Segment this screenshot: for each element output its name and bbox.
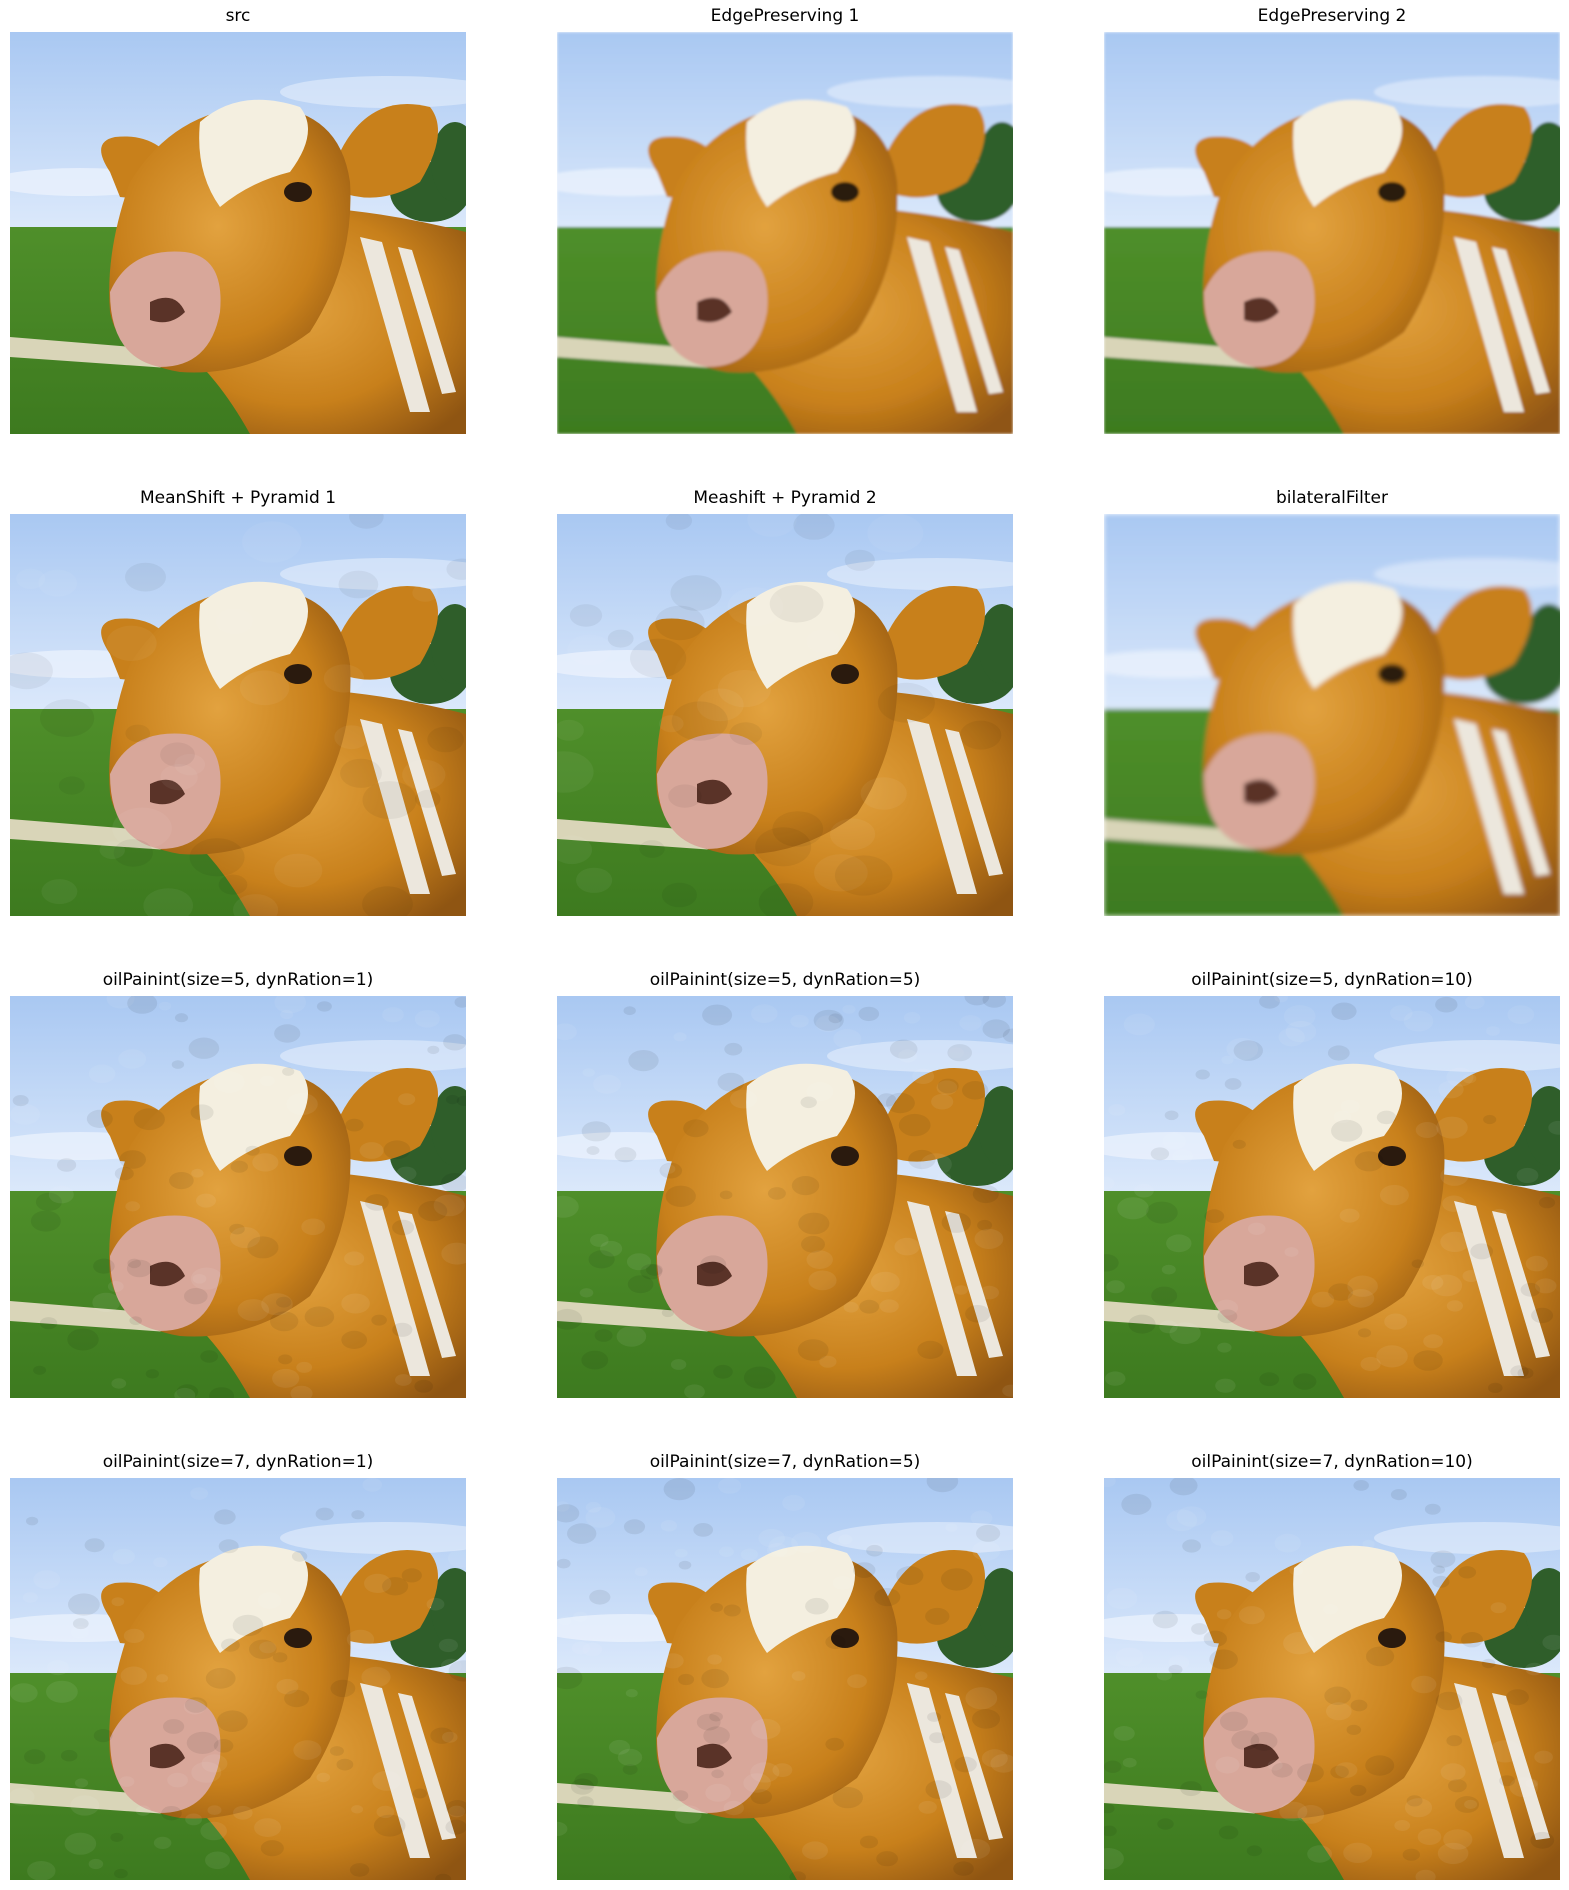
- panel-title: EdgePreserving 1: [710, 6, 860, 26]
- figure-grid: src EdgePreserving 1 EdgePreserving 2 Me…: [0, 0, 1569, 1890]
- cow-image: [557, 514, 1013, 916]
- panel-title: oilPainint(size=5, dynRation=5): [649, 970, 921, 990]
- panel-image: [10, 996, 466, 1398]
- cow-image: [557, 1478, 1013, 1880]
- panel-title: Meashift + Pyramid 2: [693, 488, 877, 508]
- panel-image: [557, 1478, 1013, 1880]
- cow-image: [10, 32, 466, 434]
- panel-image: [10, 514, 466, 916]
- panel-title: EdgePreserving 2: [1257, 6, 1407, 26]
- panel-title: oilPainint(size=7, dynRation=1): [102, 1452, 374, 1472]
- cow-image: [557, 996, 1013, 1398]
- panel-image: [557, 32, 1013, 434]
- cow-image: [1104, 514, 1560, 916]
- panel-title: oilPainint(size=7, dynRation=10): [1191, 1452, 1473, 1472]
- panel-image: [1104, 514, 1560, 916]
- panel-image: [557, 514, 1013, 916]
- panel-title: oilPainint(size=7, dynRation=5): [649, 1452, 921, 1472]
- panel-title: src: [225, 6, 251, 26]
- cow-image: [557, 32, 1013, 434]
- panel-title: oilPainint(size=5, dynRation=10): [1191, 970, 1473, 990]
- cow-image: [10, 514, 466, 916]
- panel-image: [10, 1478, 466, 1880]
- cow-image: [10, 1478, 466, 1880]
- panel-image: [1104, 32, 1560, 434]
- cow-image: [10, 996, 466, 1398]
- cow-image: [1104, 1478, 1560, 1880]
- panel-image: [1104, 1478, 1560, 1880]
- panel-image: [1104, 996, 1560, 1398]
- panel-title: MeanShift + Pyramid 1: [139, 488, 337, 508]
- panel-title: oilPainint(size=5, dynRation=1): [102, 970, 374, 990]
- cow-image: [1104, 996, 1560, 1398]
- panel-image: [10, 32, 466, 434]
- panel-image: [557, 996, 1013, 1398]
- panel-title: bilateralFilter: [1275, 488, 1388, 508]
- cow-image: [1104, 32, 1560, 434]
